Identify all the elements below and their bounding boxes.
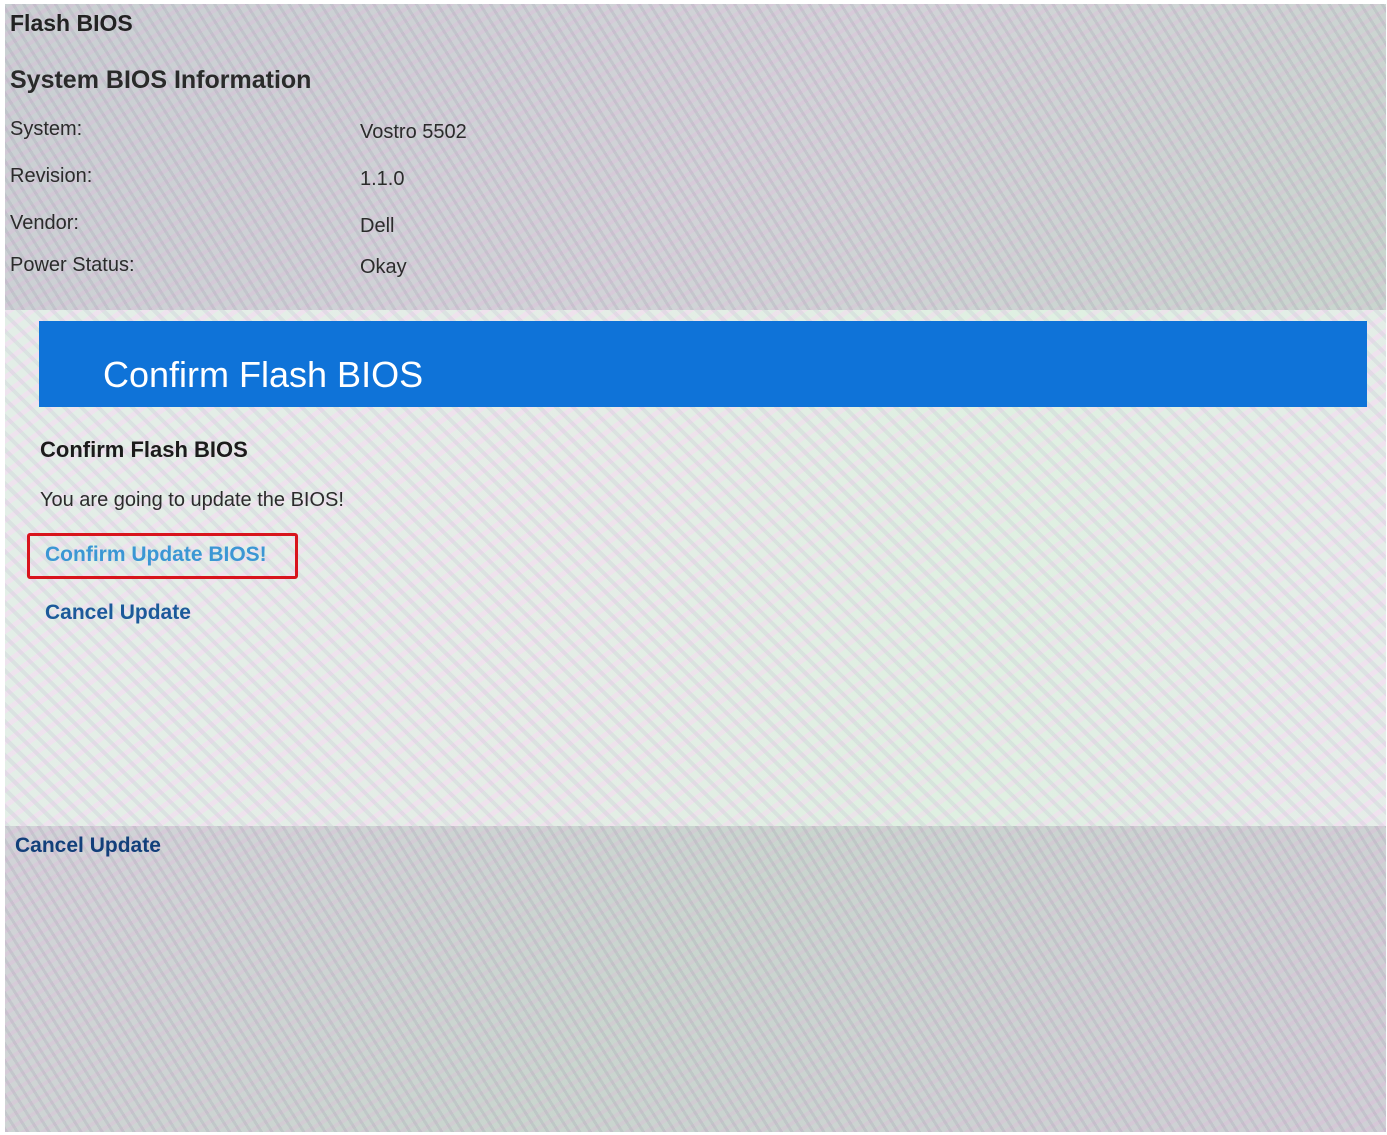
revision-value: 1.1.0 [360, 168, 405, 190]
dialog-subtitle: Confirm Flash BIOS [40, 437, 248, 462]
system-value: Vostro 5502 [360, 121, 467, 143]
power-status-value: Okay [360, 256, 407, 278]
dialog-header-bar: Confirm Flash BIOS [39, 321, 1367, 407]
page-title: Flash BIOS [10, 10, 133, 36]
revision-label: Revision: [10, 165, 93, 187]
footer-cancel-update-button[interactable]: Cancel Update [15, 834, 161, 858]
confirm-flash-dialog: Confirm Flash BIOS Confirm Flash BIOS Yo… [5, 310, 1386, 826]
dialog-cancel-update-button[interactable]: Cancel Update [45, 601, 191, 625]
system-label: System: [10, 118, 83, 140]
power-status-label: Power Status: [10, 254, 135, 276]
vendor-value: Dell [360, 215, 395, 237]
vendor-label: Vendor: [10, 212, 79, 234]
confirm-update-bios-button[interactable]: Confirm Update BIOS! [45, 543, 267, 567]
dialog-header-title: Confirm Flash BIOS [103, 354, 424, 395]
system-bios-info-heading: System BIOS Information [10, 66, 312, 94]
dialog-message: You are going to update the BIOS! [40, 489, 344, 511]
bios-screen: Flash BIOS System BIOS Information Syste… [5, 4, 1386, 1132]
